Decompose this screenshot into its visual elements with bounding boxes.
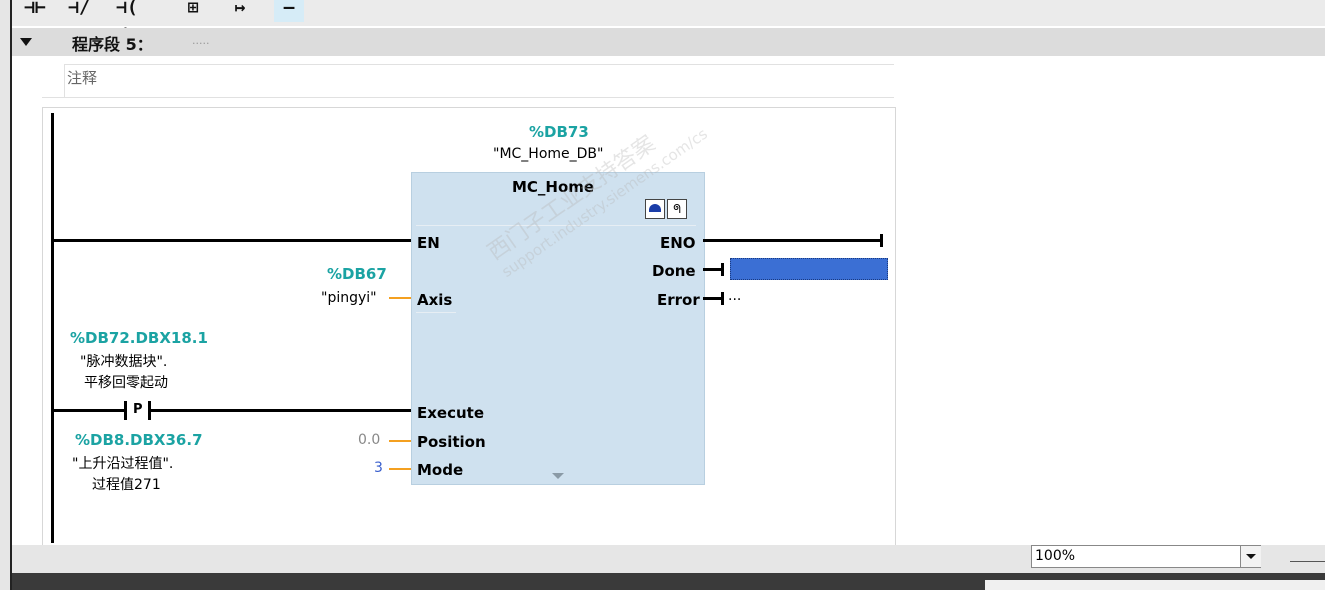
contact-symbol-line2: 平移回零起动	[84, 375, 168, 391]
execute-wire-right	[151, 409, 411, 412]
coil-button[interactable]: ⊣( )	[112, 0, 142, 46]
p-contact-label: P	[133, 402, 143, 417]
position-value[interactable]: 0.0	[358, 432, 380, 448]
zoom-slider[interactable]	[1290, 561, 1325, 562]
network-title: 程序段 5：	[72, 35, 153, 54]
left-frame	[0, 0, 12, 590]
mode-param-wire	[389, 468, 411, 470]
zoom-select[interactable]: 100%	[1031, 545, 1261, 568]
error-operand-placeholder[interactable]: ...	[728, 288, 741, 304]
close-branch-button[interactable]: —	[274, 0, 304, 22]
power-rail	[51, 113, 54, 543]
pin-execute: Execute	[417, 404, 485, 422]
pin-position: Position	[417, 433, 486, 451]
eno-terminal	[880, 234, 883, 247]
edge-memory-address[interactable]: %DB8.DBX36.7	[75, 431, 203, 449]
axis-operand-address[interactable]: %DB67	[327, 265, 387, 283]
eno-wire	[703, 239, 881, 242]
position-param-wire	[389, 440, 411, 442]
done-wire	[703, 268, 723, 271]
en-wire	[54, 239, 411, 242]
pin-axis: Axis	[417, 291, 453, 309]
pin-mode: Mode	[417, 461, 464, 479]
pin-error: Error	[657, 291, 700, 309]
edge-memory-line1: "上升沿过程值".	[72, 456, 174, 472]
diagnostics-stethoscope-icon[interactable]: ᖗ	[667, 199, 687, 219]
network-title-placeholder[interactable]: .....	[192, 34, 209, 47]
expand-pins-icon[interactable]	[552, 473, 564, 479]
ladder-toolbar: ⊣⊢ ⊣/⊢ ⊣( ) ⊞ ↦ —	[12, 0, 1325, 46]
empty-box-button[interactable]: ⊞	[178, 0, 208, 22]
edge-memory-line2: 过程值271	[92, 477, 161, 493]
inspector-tabs[interactable]	[985, 580, 1325, 590]
mode-value[interactable]: 3	[374, 460, 383, 476]
collapse-triangle-icon[interactable]	[20, 38, 32, 46]
done-terminal	[721, 263, 724, 276]
contact-symbol-line1: "脉冲数据块".	[80, 354, 168, 370]
normally-closed-contact-button[interactable]: ⊣/⊢	[64, 0, 94, 46]
comment-border-left	[64, 64, 65, 98]
axis-param-wire	[389, 297, 411, 299]
comment-border-bottom	[42, 97, 894, 98]
pin-eno: ENO	[660, 234, 696, 252]
chevron-down-icon	[1246, 554, 1256, 559]
comment-border-top	[64, 64, 894, 65]
online-status-icon[interactable]	[645, 199, 665, 219]
contact-address[interactable]: %DB72.DBX18.1	[70, 329, 208, 347]
error-wire	[703, 297, 723, 300]
open-branch-button[interactable]: ↦	[225, 0, 255, 22]
axis-pin-underline	[416, 312, 456, 313]
zoom-dropdown-button[interactable]	[1240, 546, 1261, 567]
pin-en: EN	[417, 234, 440, 252]
network-comment[interactable]: 注释	[67, 67, 97, 88]
contact-left-bar	[124, 401, 127, 420]
instance-db-address[interactable]: %DB73	[529, 123, 589, 141]
instance-db-name: "MC_Home_DB"	[493, 146, 604, 162]
normally-open-contact-button[interactable]: ⊣⊢	[20, 0, 50, 22]
done-operand-field[interactable]	[730, 258, 888, 280]
pin-done: Done	[652, 262, 696, 280]
error-terminal	[721, 292, 724, 305]
execute-wire-left	[54, 409, 124, 412]
axis-operand-name: "pingyi"	[321, 290, 377, 306]
